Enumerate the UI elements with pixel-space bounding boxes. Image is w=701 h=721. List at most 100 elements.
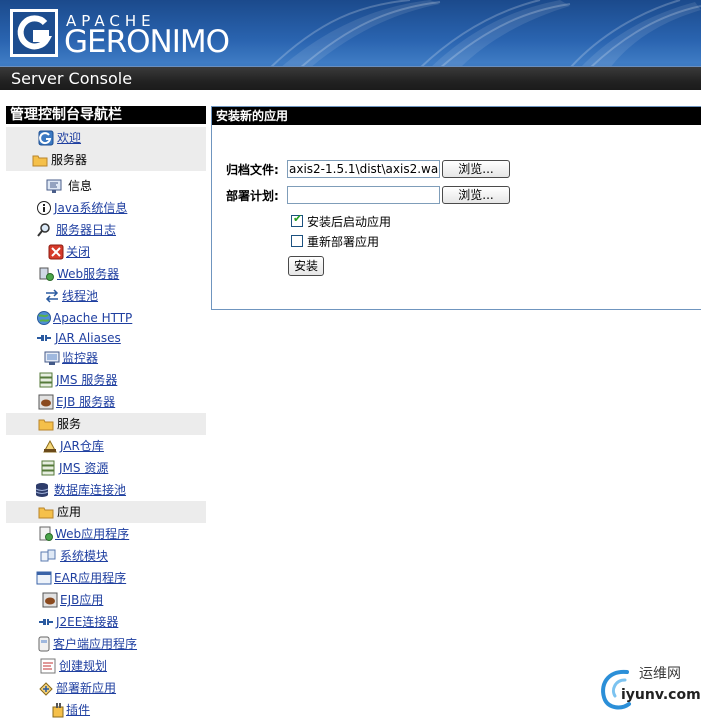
- sidebar-item-label[interactable]: 创建规划: [59, 659, 107, 673]
- sidebar-item[interactable]: 欢迎: [6, 127, 206, 149]
- sidebar-item[interactable]: 数据库连接池: [6, 479, 206, 501]
- client-app-icon: [38, 636, 50, 652]
- sidebar-item-label[interactable]: JMS 服务器: [56, 373, 117, 387]
- header-banner: APACHE GERONIMO Server Console: [0, 0, 701, 90]
- console-title: Server Console: [11, 69, 133, 88]
- sidebar-item[interactable]: 部署新应用: [6, 677, 206, 699]
- archive-file-input[interactable]: axis2-1.5.1\dist\axis2.war: [287, 160, 440, 178]
- sidebar-item[interactable]: 客户端应用程序: [6, 633, 206, 655]
- sidebar-item[interactable]: Web服务器: [6, 263, 206, 285]
- sidebar-item[interactable]: 服务器日志: [6, 219, 206, 241]
- sidebar-item-label[interactable]: 数据库连接池: [54, 483, 126, 497]
- sidebar-item[interactable]: 插件: [6, 699, 206, 721]
- feather-decoration-icon: [269, 0, 701, 68]
- module-icon: [40, 549, 56, 562]
- sidebar-item[interactable]: 监控器: [6, 347, 206, 369]
- sidebar-item-label: 应用: [57, 505, 82, 519]
- sidebar-item[interactable]: EJB 服务器: [6, 391, 206, 413]
- sidebar-item-label[interactable]: 关闭: [66, 245, 90, 259]
- archive-label: 归档文件:: [226, 163, 279, 177]
- sidebar-item[interactable]: JMS 资源: [6, 457, 206, 479]
- sidebar-item[interactable]: 关闭: [6, 241, 206, 263]
- start-after-install-label: 安装后启动应用: [307, 215, 392, 229]
- plan-label: 部署计划:: [226, 189, 279, 203]
- sidebar-item: 服务器: [6, 149, 206, 171]
- web-server-icon: [39, 267, 54, 281]
- sidebar-item-label[interactable]: 服务器日志: [56, 223, 116, 237]
- folder-icon: [32, 155, 48, 167]
- plan-file-input[interactable]: [287, 186, 440, 204]
- ejb-icon: [38, 394, 54, 410]
- sidebar-item-label[interactable]: 系统模块: [60, 549, 108, 563]
- sidebar-item-label[interactable]: Web服务器: [57, 267, 119, 281]
- sidebar-item[interactable]: EAR应用程序: [6, 567, 206, 589]
- sidebar-item-label[interactable]: JMS 资源: [59, 461, 108, 475]
- plan-browse-button[interactable]: 浏览...: [442, 186, 510, 204]
- sidebar-item-label: 信息: [68, 179, 93, 193]
- sidebar-item[interactable]: 线程池: [6, 285, 206, 307]
- sidebar-item[interactable]: JAR仓库: [6, 435, 206, 457]
- sidebar-item-label[interactable]: J2EE连接器: [56, 615, 118, 629]
- ear-icon: [36, 571, 52, 585]
- sidebar-item[interactable]: EJB应用: [6, 589, 206, 611]
- watermark-text-site: iyunv.com: [621, 687, 701, 703]
- nav-title: 管理控制台导航栏: [6, 106, 206, 124]
- web-app-icon: [39, 526, 53, 541]
- watermark: 运维网 iyunv.com: [597, 664, 701, 712]
- install-button[interactable]: 安装: [288, 256, 324, 276]
- globe-icon: [37, 311, 51, 325]
- install-panel: 安装新的应用 归档文件: axis2-1.5.1\dist\axis2.war …: [211, 106, 701, 310]
- header-bar: Server Console: [0, 66, 701, 90]
- sidebar-item-label[interactable]: 部署新应用: [56, 681, 116, 695]
- sidebar-item[interactable]: Web应用程序: [6, 523, 206, 545]
- checkmark-icon: ✔: [293, 212, 303, 225]
- thread-pool-icon: [45, 289, 59, 303]
- magnifier-icon: [37, 223, 50, 237]
- sidebar-item-label[interactable]: EJB 服务器: [56, 395, 115, 409]
- database-icon: [35, 483, 49, 497]
- archive-browse-button[interactable]: 浏览...: [442, 160, 510, 178]
- connector-icon: [39, 619, 53, 625]
- jms-icon: [41, 460, 55, 476]
- sidebar-item-label[interactable]: 插件: [66, 703, 90, 717]
- ejb-icon: [42, 592, 58, 608]
- sidebar-item[interactable]: J2EE连接器: [6, 611, 206, 633]
- sidebar-item-label[interactable]: EJB应用: [60, 593, 103, 607]
- connector-icon: [37, 335, 51, 341]
- folder-icon: [38, 507, 54, 519]
- redeploy-label: 重新部署应用: [307, 235, 380, 249]
- sidebar-item-label[interactable]: Web应用程序: [55, 527, 129, 541]
- plan-icon: [40, 658, 56, 674]
- sidebar-item-label: 服务器: [51, 153, 88, 167]
- sidebar-item[interactable]: JMS 服务器: [6, 369, 206, 391]
- geronimo-logo-icon: [10, 9, 58, 57]
- welcome-icon: [38, 130, 54, 146]
- monitor-info-icon: [46, 179, 62, 193]
- start-after-install-checkbox[interactable]: ✔: [291, 212, 303, 227]
- sidebar-item-label[interactable]: Apache HTTP: [53, 311, 132, 325]
- monitor-icon: [44, 351, 60, 365]
- sidebar-item-label[interactable]: 监控器: [62, 351, 98, 365]
- redeploy-checkbox[interactable]: [291, 235, 303, 247]
- sidebar-item-label[interactable]: 客户端应用程序: [53, 637, 137, 651]
- plugin-icon: [52, 703, 64, 718]
- sidebar-item[interactable]: 系统模块: [6, 545, 206, 567]
- sidebar-item-label[interactable]: 欢迎: [57, 131, 81, 145]
- brand-geronimo-text: GERONIMO: [64, 24, 230, 60]
- shutdown-icon: [48, 244, 64, 260]
- sidebar-item-label[interactable]: JAR仓库: [60, 439, 104, 453]
- sidebar-item: 应用: [6, 501, 206, 523]
- sidebar-item-label[interactable]: EAR应用程序: [54, 571, 126, 585]
- sidebar-item: 信息: [6, 175, 206, 197]
- watermark-text-cn: 运维网: [639, 666, 681, 682]
- sidebar-item[interactable]: Apache HTTP: [6, 307, 206, 329]
- sidebar-item: 服务: [6, 413, 206, 435]
- sidebar-item[interactable]: JAR Aliases: [6, 327, 206, 349]
- sidebar-item[interactable]: Java系统信息: [6, 197, 206, 219]
- folder-icon: [38, 419, 54, 431]
- sidebar-item-label[interactable]: Java系统信息: [54, 201, 127, 215]
- sidebar-item[interactable]: 创建规划: [6, 655, 206, 677]
- sidebar-item-label[interactable]: JAR Aliases: [55, 331, 121, 345]
- sidebar-item-label[interactable]: 线程池: [62, 289, 98, 303]
- info-icon: [37, 201, 51, 215]
